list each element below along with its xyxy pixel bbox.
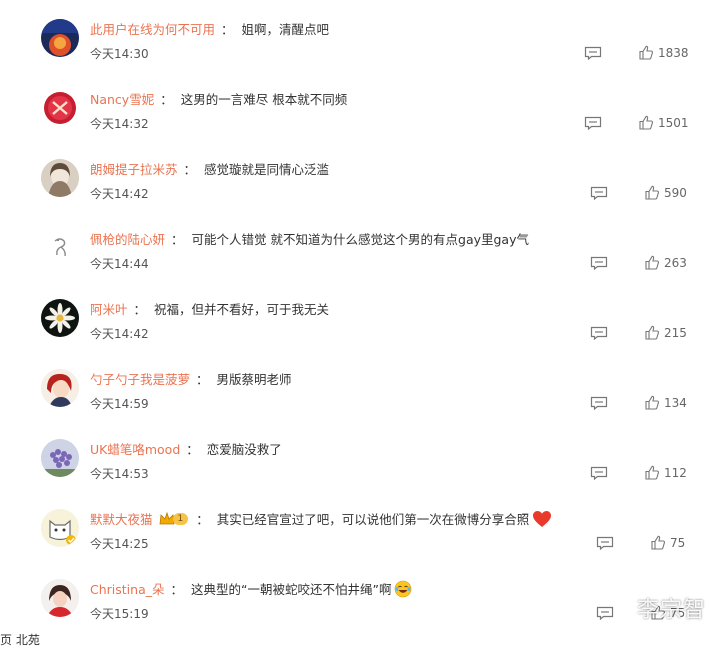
username[interactable]: Nancy雪妮 [90,89,154,108]
timestamp: 今天14:59 [90,397,149,411]
like-count: 263 [664,255,687,270]
comment-item: Nancy雪妮 ： 这男的一言难尽 根本就不同频 今天14:32 1501 [0,82,720,152]
comment-text: 祝福，但并不看好，可于我无关 [154,302,330,317]
timestamp: 今天14:32 [90,117,149,131]
laughing-emoji-icon [395,580,412,597]
avatar[interactable] [41,159,79,197]
badge-level: 1 [172,512,189,525]
reply-icon[interactable] [596,536,614,550]
comment-text: 姐啊，清醒点吧 [241,22,330,37]
timestamp: 今天14:25 [90,537,149,551]
avatar[interactable] [41,19,79,57]
reply-icon[interactable] [584,116,602,130]
comment-text: 这男的一言难尽 根本就不同频 [180,92,348,107]
watermark: 李宗智 [636,598,706,623]
thumbs-up-icon [645,185,659,200]
avatar[interactable] [41,439,79,477]
comment-text: 可能个人错觉 就不知道为什么感觉这个男的有点gay里gay气 [191,232,529,247]
thumbs-up-icon [645,395,659,410]
like-button[interactable]: 215 [645,325,687,340]
comment-item: 默默大夜猫 1 ： 其实已经官宣过了吧，可以说他们第一次在微博分享合照 今天14… [0,502,720,572]
avatar[interactable] [41,299,79,337]
comment-text: 其实已经官宣过了吧，可以说他们第一次在微博分享合照 [216,512,530,527]
separator: ： [160,92,173,107]
timestamp: 今天14:42 [90,327,149,341]
comment-item: 勺子勺子我是菠萝 ： 男版蔡明老师 今天14:59 134 [0,362,720,432]
like-button[interactable]: 134 [645,395,687,410]
thumbs-up-icon [651,535,665,550]
avatar[interactable] [41,369,79,407]
like-count: 590 [664,185,687,200]
like-count: 215 [664,325,687,340]
thumbs-up-icon [639,45,653,60]
username[interactable]: UK蜡笔咯mood [90,439,180,458]
avatar[interactable] [41,89,79,127]
like-count: 134 [664,395,687,410]
timestamp: 今天15:19 [90,607,149,621]
comment-item: 此用户在线为何不可用 ： 姐啊，清醒点吧 今天14:30 1838 [0,12,720,82]
username[interactable]: 默默大夜猫 [90,509,153,528]
timestamp: 今天14:30 [90,47,149,61]
like-count: 1501 [658,115,689,130]
like-button[interactable]: 1838 [639,45,689,60]
reply-icon[interactable] [596,606,614,620]
separator: ： [196,512,209,527]
heart-emoji-icon [533,510,552,527]
avatar[interactable] [41,229,79,267]
thumbs-up-icon [645,325,659,340]
separator: ： [170,582,183,597]
separator: ： [221,22,234,37]
like-count: 112 [664,465,687,480]
timestamp: 今天14:42 [90,187,149,201]
comment-text: 男版蔡明老师 [216,372,292,387]
reply-icon[interactable] [590,396,608,410]
thumbs-up-icon [645,465,659,480]
like-button[interactable]: 590 [645,185,687,200]
reply-icon[interactable] [590,466,608,480]
username[interactable]: 勺子勺子我是菠萝 [90,369,190,388]
level-badge[interactable]: 1 [159,511,189,527]
like-count: 1838 [658,45,689,60]
timestamp: 今天14:53 [90,467,149,481]
timestamp: 今天14:44 [90,257,149,271]
comment-item: 阿米叶 ： 祝福，但并不看好，可于我无关 今天14:42 215 [0,292,720,362]
separator: ： [186,442,199,457]
like-button[interactable]: 263 [645,255,687,270]
username[interactable]: 朗姆提子拉米苏 [90,159,178,178]
avatar[interactable] [41,509,79,547]
reply-icon[interactable] [590,186,608,200]
comment-text: 感觉璇就是同情心泛滥 [204,162,330,177]
like-button[interactable]: 1501 [639,115,689,130]
username[interactable]: Christina_朵 [90,579,164,598]
comment-text: 这典型的“一朝被蛇咬还不怕井绳”啊 [191,582,392,597]
comment-text: 恋爱脑没救了 [206,442,282,457]
username[interactable]: 佩枪的陆心妍 [90,229,165,248]
username[interactable]: 此用户在线为何不可用 [90,19,215,38]
like-button[interactable]: 75 [651,535,685,550]
like-button[interactable]: 112 [645,465,687,480]
separator: ： [183,162,197,177]
comment-item: Christina_朵 ： 这典型的“一朝被蛇咬还不怕井绳”啊 今天15:19 … [0,572,720,642]
separator: ： [196,372,209,387]
like-count: 75 [670,535,686,550]
comment-item: 朗姆提子拉米苏 ： 感觉璇就是同情心泛滥 今天14:42 590 [0,152,720,222]
reply-icon[interactable] [590,256,608,270]
bottom-text-fragment: 页 北苑 [0,633,40,647]
separator: ： [133,302,147,317]
avatar[interactable] [41,579,79,617]
thumbs-up-icon [645,255,659,270]
reply-icon[interactable] [584,46,602,60]
comment-item: UK蜡笔咯mood ： 恋爱脑没救了 今天14:53 112 [0,432,720,502]
comment-item: 佩枪的陆心妍 ： 可能个人错觉 就不知道为什么感觉这个男的有点gay里gay气 … [0,222,720,292]
thumbs-up-icon [639,115,653,130]
username[interactable]: 阿米叶 [90,299,128,318]
separator: ： [171,232,184,247]
reply-icon[interactable] [590,326,608,340]
